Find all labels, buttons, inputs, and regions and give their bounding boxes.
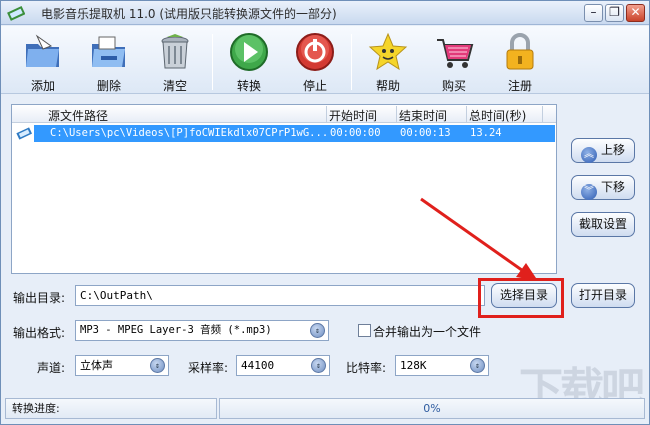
close-button[interactable]: ✕	[626, 4, 645, 22]
channel-value: 立体声	[80, 359, 113, 372]
window-title: 电影音乐提取机 11.0 (试用版只能转换源文件的一部分)	[41, 7, 337, 21]
bitrate-label: 比特率:	[346, 361, 387, 375]
play-icon	[230, 33, 268, 71]
table-row[interactable]: C:\Users\pc\Videos\[P]foCWIEkdlx07CPrP1w…	[12, 125, 556, 142]
cell-total-time: 13.24	[470, 127, 502, 139]
restore-button[interactable]: ❐	[605, 4, 624, 22]
output-format-value: MP3 - MPEG Layer-3 音频 (*.mp3)	[80, 324, 272, 336]
channel-select[interactable]: 立体声 ⇕	[75, 355, 169, 376]
buy-button[interactable]: 购买	[428, 30, 480, 93]
cart-icon	[437, 39, 474, 68]
move-up-label: 上移	[600, 143, 625, 157]
samplerate-select[interactable]: 44100 ⇕	[236, 355, 330, 376]
delete-button[interactable]: 删除	[83, 30, 135, 93]
title-bar[interactable]: 电影音乐提取机 11.0 (试用版只能转换源文件的一部分) – ❐ ✕	[1, 1, 649, 25]
column-end-time[interactable]: 结束时间	[399, 107, 447, 124]
delete-label: 删除	[96, 79, 121, 93]
progress-label: 转换进度:	[5, 398, 217, 419]
clip-settings-button[interactable]: 截取设置	[571, 212, 635, 237]
merge-checkbox[interactable]	[358, 324, 371, 337]
bitrate-select[interactable]: 128K ⇕	[395, 355, 489, 376]
cell-source-path: C:\Users\pc\Videos\[P]foCWIEkdlx07CPrP1w…	[50, 127, 329, 139]
column-divider	[466, 106, 467, 122]
cell-end-time: 00:00:13	[400, 127, 451, 139]
clear-button[interactable]: 清空	[149, 30, 201, 93]
file-list-header: 源文件路径 开始时间 结束时间 总时间(秒)	[12, 105, 556, 123]
output-format-label: 输出格式:	[13, 326, 66, 340]
register-button[interactable]: 注册	[494, 30, 546, 93]
status-bar: 转换进度: 0%	[5, 398, 645, 420]
cell-start-time: 00:00:00	[330, 127, 381, 139]
column-start-time[interactable]: 开始时间	[329, 107, 377, 124]
register-label: 注册	[507, 79, 532, 93]
double-chevron-up-icon: ︽	[580, 147, 597, 163]
merge-label: 合并输出为一个文件	[373, 325, 482, 339]
dropdown-arrow-icon[interactable]: ⇕	[311, 358, 326, 373]
convert-label: 转换	[236, 79, 261, 93]
column-total-time[interactable]: 总时间(秒)	[469, 107, 526, 124]
stop-icon	[296, 33, 334, 71]
help-label: 帮助	[375, 79, 400, 93]
output-format-select[interactable]: MP3 - MPEG Layer-3 音频 (*.mp3) ⇕	[75, 320, 329, 341]
samplerate-label: 采样率:	[188, 361, 229, 375]
lock-icon	[506, 33, 534, 70]
folder-add-icon	[26, 34, 59, 67]
move-down-label: 下移	[600, 180, 625, 194]
add-label: 添加	[30, 79, 55, 93]
column-divider	[326, 106, 327, 122]
folder-delete-icon	[92, 36, 125, 67]
double-chevron-down-icon: ︾	[580, 184, 597, 200]
toolbar: 添加 删除 清空 转换 停止 帮助 购买 注册	[1, 26, 649, 94]
toolbar-separator	[351, 34, 352, 90]
samplerate-value: 44100	[241, 359, 275, 372]
toolbar-separator	[212, 34, 213, 90]
progress-bar: 0%	[219, 398, 645, 419]
help-button[interactable]: 帮助	[362, 30, 414, 93]
app-film-icon	[7, 5, 25, 21]
channel-label: 声道:	[37, 361, 66, 375]
annotation-arrow-icon	[420, 197, 538, 281]
dropdown-arrow-icon[interactable]: ⇕	[470, 358, 485, 373]
convert-button[interactable]: 转换	[223, 30, 275, 93]
move-up-button[interactable]: ︽ 上移	[571, 138, 635, 163]
dropdown-arrow-icon[interactable]: ⇕	[310, 323, 325, 338]
trash-icon	[161, 34, 189, 69]
minimize-button[interactable]: –	[584, 4, 603, 22]
bitrate-value: 128K	[400, 359, 427, 372]
output-dir-label: 输出目录:	[13, 291, 66, 305]
video-file-icon	[16, 127, 32, 140]
open-dir-button[interactable]: 打开目录	[571, 283, 635, 308]
buy-label: 购买	[441, 79, 466, 93]
progress-text: 0%	[423, 402, 441, 415]
stop-label: 停止	[302, 79, 327, 93]
move-down-button[interactable]: ︾ 下移	[571, 175, 635, 200]
help-star-icon	[368, 32, 408, 71]
dropdown-arrow-icon[interactable]: ⇕	[150, 358, 165, 373]
column-source-path[interactable]: 源文件路径	[48, 107, 108, 124]
column-divider	[542, 106, 543, 122]
clear-label: 清空	[162, 79, 187, 93]
stop-button[interactable]: 停止	[289, 30, 341, 93]
column-divider	[396, 106, 397, 122]
app-window: 电影音乐提取机 11.0 (试用版只能转换源文件的一部分) – ❐ ✕ 添加 删…	[0, 0, 650, 425]
add-button[interactable]: 添加	[17, 30, 69, 93]
